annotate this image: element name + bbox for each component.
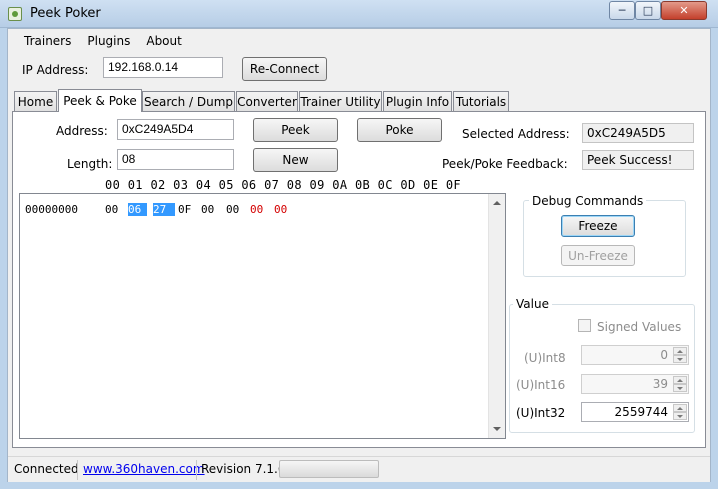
ip-address-input[interactable]: 192.168.0.14 — [103, 57, 223, 78]
close-button[interactable]: ✕ — [661, 1, 707, 20]
maximize-button[interactable]: □ — [635, 1, 661, 20]
int8-label: (U)Int8 — [524, 351, 566, 365]
hex-column-header: 00 01 02 03 04 05 06 07 08 09 0A 0B 0C 0… — [105, 178, 462, 192]
reconnect-button[interactable]: Re-Connect — [242, 57, 327, 81]
peek-button[interactable]: Peek — [253, 118, 338, 142]
feedback-label: Peek/Poke Feedback: — [442, 157, 568, 171]
poke-button[interactable]: Poke — [357, 118, 442, 142]
minimize-button[interactable]: ─ — [609, 1, 635, 20]
tab-search-dump[interactable]: Search / Dump — [142, 91, 235, 111]
freeze-button[interactable]: Freeze — [561, 215, 635, 237]
hex-byte[interactable]: 0F — [178, 203, 191, 216]
new-button[interactable]: New — [253, 148, 338, 172]
feedback-value: Peek Success! — [582, 150, 694, 170]
int16-spin-down-icon[interactable] — [673, 384, 687, 392]
status-separator — [77, 460, 78, 480]
app-icon — [8, 7, 22, 21]
selected-address-label: Selected Address: — [462, 127, 570, 141]
tab-peek-and-poke[interactable]: Peek & Poke — [58, 89, 142, 112]
int8-value: 0 — [660, 348, 668, 362]
tab-trainer-utility[interactable]: Trainer Utility — [299, 91, 382, 111]
revision-label: Revision 7.1.6 — [201, 462, 286, 476]
scroll-up-icon[interactable] — [493, 201, 501, 205]
menu-trainers[interactable]: Trainers — [16, 34, 79, 48]
hex-byte[interactable]: 00 — [105, 203, 118, 216]
int32-spin-up-icon[interactable] — [673, 404, 687, 412]
int16-value: 39 — [652, 377, 668, 391]
window-title: Peek Poker — [30, 6, 101, 21]
hex-byte-changed[interactable]: 00 — [274, 203, 287, 216]
hex-byte-changed[interactable]: 00 — [250, 203, 263, 216]
hex-byte[interactable]: 00 — [226, 203, 239, 216]
address-label: Address: — [56, 124, 108, 138]
tab-plugin-info[interactable]: Plugin Info — [383, 91, 452, 111]
debug-commands-title: Debug Commands — [529, 194, 647, 208]
website-link[interactable]: www.360haven.com — [83, 462, 205, 476]
length-label: Length: — [67, 157, 113, 171]
hex-byte[interactable]: 00 — [201, 203, 214, 216]
status-progress-bar — [279, 460, 379, 478]
hex-byte-selected[interactable]: 27 — [153, 203, 176, 216]
menu-plugins[interactable]: Plugins — [79, 34, 138, 48]
int8-input[interactable]: 0 — [581, 345, 689, 365]
int32-spin-down-icon[interactable] — [673, 412, 687, 420]
scroll-down-icon[interactable] — [493, 427, 501, 431]
hex-editor[interactable] — [19, 193, 506, 439]
hex-row-offset: 00000000 — [25, 203, 78, 216]
tab-home[interactable]: Home — [14, 91, 57, 111]
value-group-title: Value — [513, 297, 552, 311]
ip-address-label: IP Address: — [22, 63, 89, 77]
signed-values-label: Signed Values — [597, 320, 682, 334]
menu-bar: Trainers Plugins About — [8, 29, 708, 53]
int32-input[interactable]: 2559744 — [581, 402, 689, 422]
hex-byte-selected[interactable]: 06 — [128, 203, 148, 216]
int16-spin-up-icon[interactable] — [673, 376, 687, 384]
unfreeze-button[interactable]: Un-Freeze — [561, 245, 635, 266]
int16-input[interactable]: 39 — [581, 374, 689, 394]
int32-value: 2559744 — [614, 405, 668, 419]
signed-values-checkbox[interactable] — [578, 319, 591, 332]
int8-spin-down-icon[interactable] — [673, 355, 687, 363]
tab-converter[interactable]: Converter — [236, 91, 298, 111]
menu-about[interactable]: About — [138, 34, 189, 48]
int8-spin-up-icon[interactable] — [673, 347, 687, 355]
connection-status: Connected — [14, 462, 79, 476]
hex-vertical-scrollbar[interactable] — [488, 194, 505, 438]
selected-address-value: 0xC249A5D5 — [582, 123, 694, 143]
tab-tutorials[interactable]: Tutorials — [453, 91, 509, 111]
length-input[interactable]: 08 — [117, 149, 234, 170]
status-separator — [196, 460, 197, 480]
int16-label: (U)Int16 — [516, 378, 566, 392]
address-input[interactable]: 0xC249A5D4 — [117, 119, 234, 140]
int32-label: (U)Int32 — [516, 406, 566, 420]
